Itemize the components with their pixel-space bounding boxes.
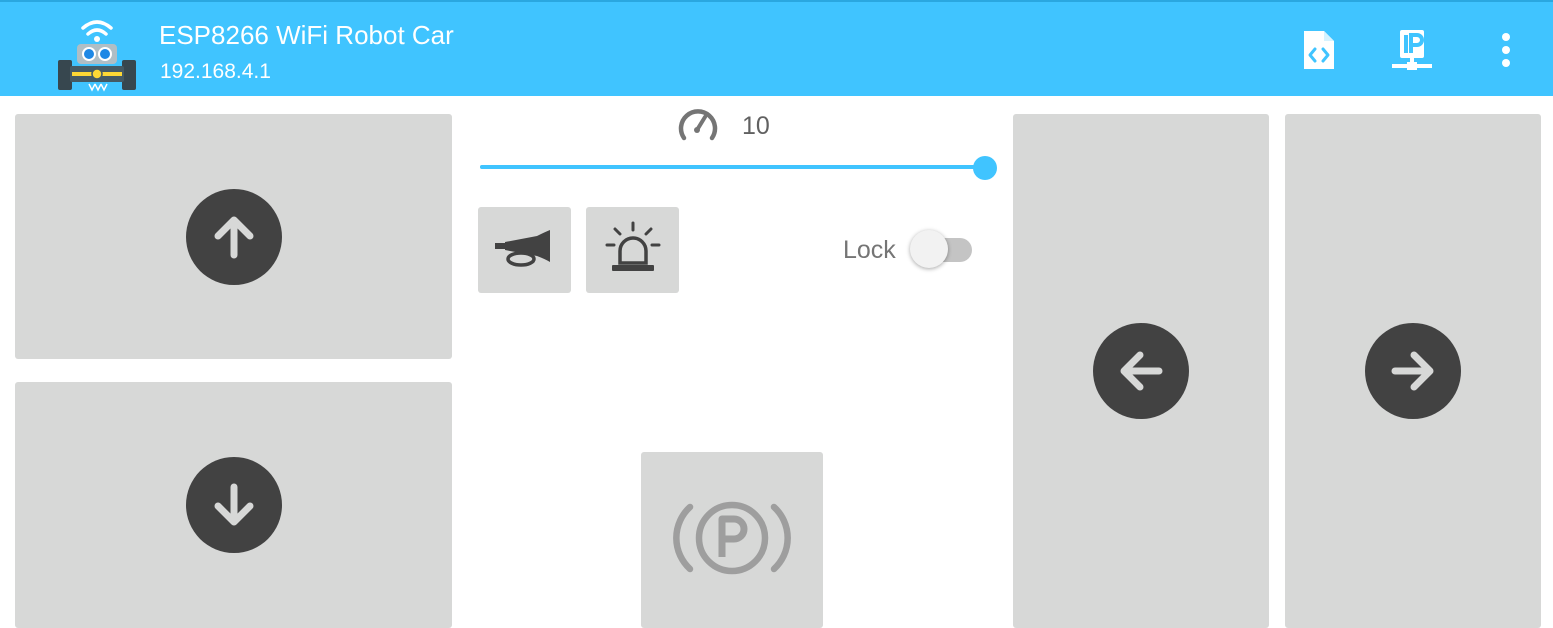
arrow-right-circle-icon (1365, 323, 1461, 419)
lock-switch[interactable] (908, 228, 976, 272)
arrow-down-circle-icon (185, 457, 282, 553)
horn-icon (493, 228, 557, 273)
speed-readout: 10 (676, 106, 770, 146)
speedometer-icon (676, 106, 720, 147)
ip-address-label: 192.168.4.1 (160, 60, 271, 83)
forward-button[interactable] (15, 114, 452, 359)
arrow-up-circle-icon (185, 188, 282, 285)
app-title: ESP8266 WiFi Robot Car (159, 20, 454, 50)
emergency-light-button[interactable] (586, 207, 679, 293)
lock-switch-knob (910, 230, 948, 268)
source-code-button[interactable] (1296, 28, 1340, 76)
speed-slider-thumb[interactable] (973, 156, 997, 180)
lock-label: Lock (843, 236, 896, 264)
robot-car-wifi-icon (56, 16, 138, 94)
siren-light-icon (603, 221, 663, 280)
horn-button[interactable] (478, 207, 571, 293)
speed-slider[interactable] (480, 150, 1000, 184)
more-vert-icon (1500, 32, 1512, 73)
speed-slider-fill (480, 165, 985, 169)
app-bar: ESP8266 WiFi Robot Car 192.168.4.1 (0, 0, 1553, 96)
ip-settings-button[interactable] (1390, 28, 1434, 76)
more-options-button[interactable] (1484, 28, 1528, 76)
turn-left-button[interactable] (1013, 114, 1269, 628)
parking-brake-icon (670, 491, 794, 590)
robot-car-controller: ESP8266 WiFi Robot Car 192.168.4.1 10 Lo… (0, 0, 1553, 628)
parking-brake-button[interactable] (641, 452, 823, 628)
turn-right-button[interactable] (1285, 114, 1541, 628)
speed-value: 10 (742, 111, 770, 140)
arrow-left-circle-icon (1093, 323, 1189, 419)
code-file-icon (1300, 29, 1336, 76)
ip-network-icon (1390, 28, 1434, 77)
backward-button[interactable] (15, 382, 452, 628)
